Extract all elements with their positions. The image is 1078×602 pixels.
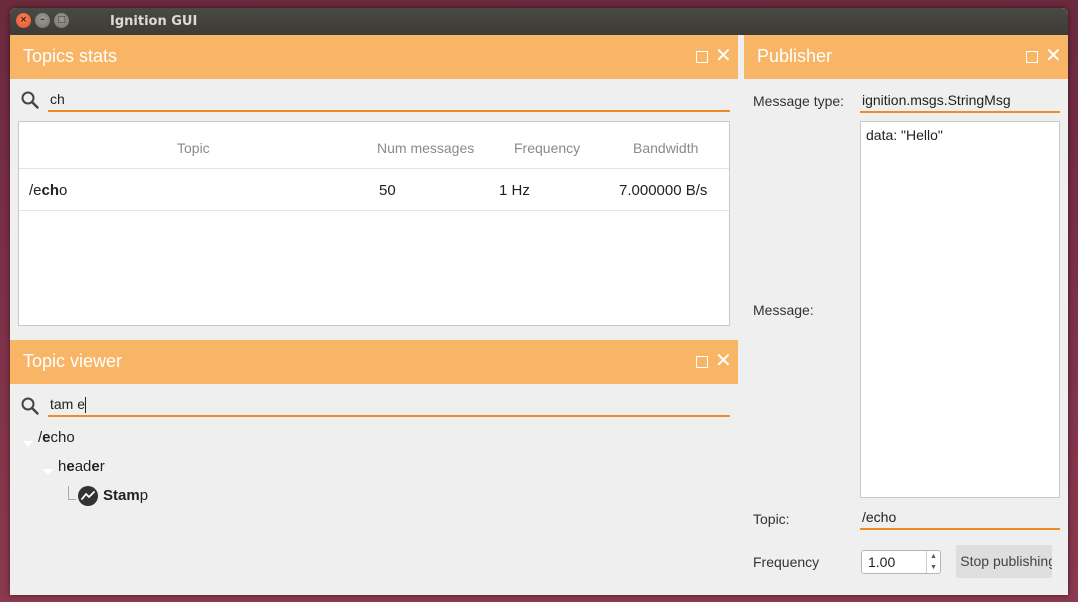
frequency-spinbox[interactable]: 1.00 ▲ ▼ [861, 550, 941, 574]
cell-bandwidth: 7.000000 B/s [619, 182, 708, 199]
topics-stats-header: Topics stats ✕ [10, 35, 738, 79]
stop-publishing-label: Stop publishing [960, 553, 1052, 569]
expand-arrow-icon[interactable] [43, 469, 53, 475]
title-bar: × – □ Ignition GUI [10, 8, 1068, 35]
cell-num-messages: 50 [379, 182, 396, 199]
topics-table: Topic Num messages Frequency Bandwidth /… [18, 121, 730, 326]
search-icon [20, 90, 40, 110]
column-header-num-messages[interactable]: Num messages [377, 140, 474, 156]
message-type-input[interactable]: ignition.msgs.StringMsg [860, 89, 1060, 113]
close-icon[interactable]: ✕ [715, 350, 732, 370]
maximize-icon[interactable] [696, 356, 708, 368]
close-icon[interactable]: ✕ [1045, 45, 1062, 65]
column-header-frequency[interactable]: Frequency [514, 140, 580, 156]
app-window: × – □ Ignition GUI Topics stats ✕ ch Top… [10, 8, 1068, 595]
window-maximize-button[interactable]: □ [54, 13, 69, 28]
column-header-topic[interactable]: Topic [177, 140, 210, 156]
message-textarea[interactable]: data: "Hello" [860, 121, 1060, 498]
maximize-icon[interactable] [1026, 51, 1038, 63]
window-minimize-button[interactable]: – [35, 13, 50, 28]
frequency-label: Frequency [753, 554, 820, 570]
plot-icon[interactable] [78, 486, 98, 506]
spin-arrows-icon[interactable]: ▲ ▼ [926, 551, 940, 573]
message-type-label: Message type: [753, 93, 845, 109]
tree-item-echo[interactable]: /echo [38, 429, 75, 446]
publisher-title: Publisher [757, 46, 833, 66]
header-divider [19, 168, 729, 169]
close-icon[interactable]: ✕ [715, 45, 732, 65]
topic-viewer-title: Topic viewer [23, 351, 123, 371]
row-divider [19, 210, 729, 211]
publisher-header: Publisher ✕ [744, 35, 1068, 79]
topics-search-input[interactable]: ch [48, 88, 730, 112]
topic-viewer-header: Topic viewer ✕ [10, 340, 738, 384]
tree-item-stamp[interactable]: Stamp [103, 487, 148, 504]
frequency-value: 1.00 [868, 554, 896, 570]
topic-viewer-search-input[interactable]: tam e [48, 393, 730, 417]
window-close-button[interactable]: × [16, 13, 31, 28]
cell-topic: /echo [29, 182, 68, 199]
topic-input[interactable]: /echo [860, 506, 1060, 530]
tree-branch-line [68, 486, 76, 500]
maximize-icon[interactable] [696, 51, 708, 63]
tree-item-header[interactable]: header [58, 458, 105, 475]
cell-frequency: 1 Hz [499, 182, 530, 199]
column-header-bandwidth[interactable]: Bandwidth [633, 140, 698, 156]
message-label: Message: [753, 302, 814, 318]
expand-arrow-icon[interactable] [23, 441, 33, 447]
stop-publishing-button[interactable]: Stop publishing [956, 545, 1052, 578]
search-icon [20, 396, 40, 416]
window-title: Ignition GUI [110, 14, 198, 29]
topic-label: Topic: [753, 511, 790, 527]
topics-stats-title: Topics stats [23, 46, 118, 66]
